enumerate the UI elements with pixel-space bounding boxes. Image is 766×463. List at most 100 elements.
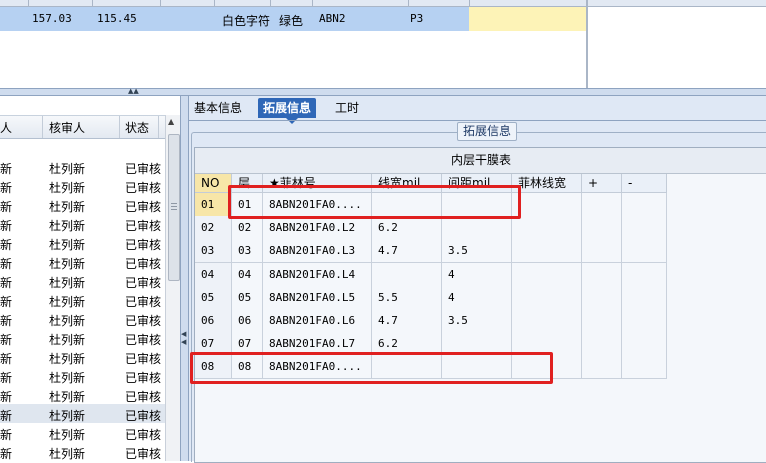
list-item[interactable]: 新 杜列新 已审核 <box>0 271 166 290</box>
list-item[interactable]: 新 杜列新 已审核 <box>0 328 166 347</box>
table-cell[interactable] <box>582 262 622 286</box>
list-cell: 新 <box>0 390 13 404</box>
table-cell[interactable] <box>372 262 442 286</box>
table-cell[interactable] <box>582 193 622 216</box>
table-cell[interactable]: 02 <box>232 216 263 240</box>
column-header[interactable]: + <box>582 174 622 192</box>
table-cell[interactable] <box>582 285 622 309</box>
table-cell[interactable]: 06 <box>232 309 263 332</box>
table-cell[interactable] <box>622 262 667 286</box>
table-cell[interactable] <box>622 332 667 356</box>
table-cell[interactable]: 04 <box>232 262 263 286</box>
scroll-up-icon[interactable]: ▲ <box>168 117 174 126</box>
column-header[interactable]: 状态 <box>125 119 149 136</box>
table-cell[interactable]: 3.5 <box>442 239 512 263</box>
table-cell[interactable]: 8ABN201FA0.L6 <box>263 309 372 332</box>
table-row[interactable]: 04 04 8ABN201FA0.L4 4 <box>195 262 667 287</box>
table-row[interactable]: 06 06 8ABN201FA0.L6 4.7 3.5 <box>195 309 667 333</box>
table-cell[interactable] <box>622 355 667 379</box>
list-item[interactable]: 新 杜列新 已审核 <box>0 214 166 233</box>
tab-extended-info[interactable]: 拓展信息 <box>258 98 317 124</box>
vertical-splitter[interactable]: ◀ ◀ <box>180 96 189 461</box>
list-cell: 新 <box>0 276 13 290</box>
list-cell: 已审核 <box>125 162 162 176</box>
list-cell: 已审核 <box>125 181 162 195</box>
list-cell: 新 <box>0 295 13 309</box>
table-cell[interactable] <box>582 216 622 240</box>
table-cell[interactable] <box>442 216 512 240</box>
list-cell: 杜列新 <box>49 314 86 328</box>
table-cell[interactable] <box>512 285 582 309</box>
table-cell[interactable]: 05 <box>232 285 263 309</box>
table-cell[interactable] <box>512 262 582 286</box>
table-cell[interactable] <box>622 285 667 309</box>
table-cell[interactable] <box>582 355 622 379</box>
tab-basic-info[interactable]: 基本信息 <box>189 98 247 118</box>
table-cell[interactable] <box>582 239 622 263</box>
list-item[interactable]: 新 杜列新 已审核 <box>0 442 166 461</box>
list-item[interactable]: 新 杜列新 已审核 <box>0 404 166 423</box>
table-row[interactable]: 02 02 8ABN201FA0.L2 6.2 <box>195 216 667 241</box>
table-cell[interactable]: 8ABN201FA0.L2 <box>263 216 372 240</box>
table-cell[interactable] <box>622 309 667 332</box>
splitter-grip-icon[interactable]: ▲▲ <box>128 88 139 95</box>
list-item[interactable]: 新 杜列新 已审核 <box>0 347 166 366</box>
table-cell[interactable]: 03 <box>195 239 232 263</box>
table-cell[interactable]: 4 <box>442 262 512 286</box>
tab-strip: 基本信息 拓展信息 工时 <box>189 96 766 124</box>
table-cell[interactable]: 8ABN201FA0.L4 <box>263 262 372 286</box>
column-header[interactable]: 核审人 <box>49 119 85 136</box>
table-cell[interactable]: 02 <box>195 216 232 240</box>
table-cell[interactable] <box>582 332 622 356</box>
table-cell[interactable] <box>622 239 667 263</box>
table-cell[interactable] <box>512 309 582 332</box>
table-cell[interactable]: 6.2 <box>372 216 442 240</box>
table-cell[interactable] <box>512 239 582 263</box>
list-item[interactable]: 新 杜列新 已审核 <box>0 252 166 271</box>
list-item[interactable]: 新 杜列新 已审核 <box>0 385 166 404</box>
tab-work-hours[interactable]: 工时 <box>330 98 364 118</box>
list-cell: 杜列新 <box>49 352 86 366</box>
table-row[interactable]: 03 03 8ABN201FA0.L3 4.7 3.5 <box>195 239 667 264</box>
column-header[interactable]: 人 <box>0 119 12 136</box>
table-cell[interactable]: 05 <box>195 285 232 309</box>
horizontal-splitter[interactable]: ▲▲ <box>0 88 766 96</box>
column-header[interactable]: NO <box>195 174 232 192</box>
list-item[interactable]: 新 杜列新 已审核 <box>0 233 166 252</box>
top-grid-selected-row[interactable]: 157.03 115.45 白色字符 绿色 ABN2 P3 <box>0 7 586 31</box>
column-header[interactable]: 菲林线宽 <box>512 174 582 192</box>
table-cell[interactable]: 06 <box>195 309 232 332</box>
table-cell[interactable]: 4 <box>442 285 512 309</box>
top-grid: 157.03 115.45 白色字符 绿色 ABN2 P3 <box>0 0 587 88</box>
table-cell[interactable] <box>512 216 582 240</box>
table-cell[interactable]: 01 <box>195 193 232 216</box>
list-cell: 已审核 <box>125 447 162 461</box>
table-cell[interactable]: 4.7 <box>372 239 442 263</box>
table-cell[interactable]: 5.5 <box>372 285 442 309</box>
table-cell[interactable]: 03 <box>232 239 263 263</box>
list-cell: 新 <box>0 409 13 423</box>
splitter-grip-icon[interactable]: ◀ ◀ <box>181 330 186 346</box>
list-item[interactable]: 新 杜列新 已审核 <box>0 195 166 214</box>
scroll-thumb[interactable] <box>168 134 180 281</box>
table-cell[interactable] <box>622 193 667 216</box>
column-header[interactable]: - <box>622 174 667 192</box>
table-cell[interactable]: 8ABN201FA0.L5 <box>263 285 372 309</box>
table-cell[interactable]: 3.5 <box>442 309 512 332</box>
list-item[interactable]: 新 杜列新 已审核 <box>0 366 166 385</box>
table-row[interactable]: 05 05 8ABN201FA0.L5 5.5 4 <box>195 285 667 310</box>
table-cell[interactable]: 04 <box>195 262 232 286</box>
list-item[interactable]: 新 杜列新 已审核 <box>0 290 166 309</box>
table-cell[interactable] <box>582 309 622 332</box>
list-item[interactable]: 新 杜列新 已审核 <box>0 309 166 328</box>
table-cell[interactable] <box>622 216 667 240</box>
left-grid-scrollbar[interactable]: ▲ <box>165 115 180 461</box>
list-item[interactable]: 新 杜列新 已审核 <box>0 157 166 176</box>
table-cell[interactable]: 8ABN201FA0.L3 <box>263 239 372 263</box>
table-cell[interactable]: 4.7 <box>372 309 442 332</box>
list-cell: 新 <box>0 352 13 366</box>
detail-panel: 基本信息 拓展信息 工时 拓展信息 内层干膜表 NO 层 ★菲林号 线宽mil 间距mi… <box>189 96 766 463</box>
list-item[interactable]: 新 杜列新 已审核 <box>0 423 166 442</box>
table-cell[interactable] <box>512 193 582 216</box>
list-item[interactable]: 新 杜列新 已审核 <box>0 176 166 195</box>
